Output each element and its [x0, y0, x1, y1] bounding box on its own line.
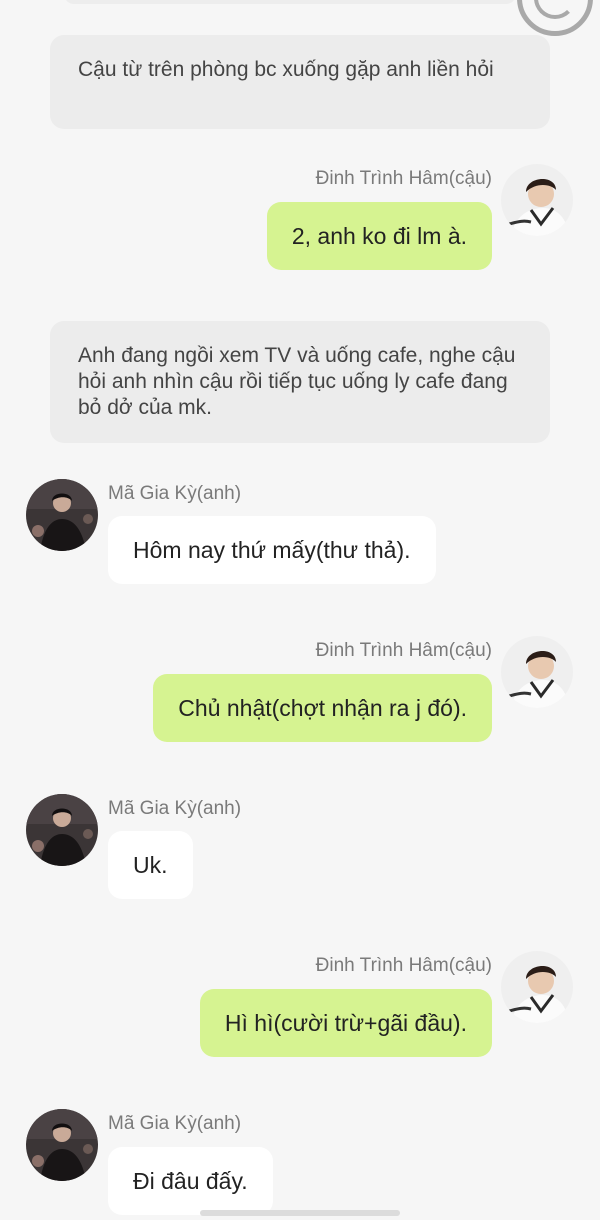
- sender-name: Đinh Trình Hâm(cậu): [315, 640, 492, 661]
- sender-name: Mã Gia Kỳ(anh): [108, 798, 242, 819]
- message-text: Chủ nhật(chợt nhận ra j đó).: [178, 695, 467, 721]
- sender-name: Mã Gia Kỳ(anh): [108, 483, 242, 504]
- sender-name: Đinh Trình Hâm(cậu): [315, 168, 492, 189]
- avatar-dinh-trinh-ham[interactable]: [501, 951, 573, 1023]
- message-text: Hì hì(cười trừ+gãi đầu).: [224, 1010, 467, 1036]
- message-text: Hôm nay thứ mấy(thư thả).: [133, 537, 411, 563]
- narration-message: Cậu từ trên phòng bc xuống gặp anh liền …: [50, 35, 550, 129]
- refresh-icon: [534, 0, 576, 19]
- avatar-ma-gia-ky[interactable]: [26, 479, 98, 551]
- avatar-ma-gia-ky[interactable]: [26, 1109, 98, 1181]
- message-bubble[interactable]: Uk.: [108, 831, 193, 899]
- home-indicator: [200, 1210, 400, 1216]
- narration-text: Anh đang ngồi xem TV và uống cafe, nghe …: [78, 344, 516, 419]
- sender-name: Đinh Trình Hâm(cậu): [315, 955, 492, 976]
- message-text: 2, anh ko đi lm à.: [291, 223, 467, 249]
- message-text: Uk.: [133, 852, 168, 878]
- avatar-ma-gia-ky[interactable]: [26, 794, 98, 866]
- message-bubble[interactable]: Hôm nay thứ mấy(thư thả).: [108, 516, 436, 584]
- floating-action-button[interactable]: [517, 0, 593, 36]
- narration-text: Cậu từ trên phòng bc xuống gặp anh liền …: [78, 58, 494, 81]
- message-text: Đi đâu đấy.: [133, 1168, 248, 1194]
- message-bubble[interactable]: Hì hì(cười trừ+gãi đầu).: [199, 989, 492, 1057]
- message-bubble[interactable]: Chủ nhật(chợt nhận ra j đó).: [153, 674, 492, 742]
- avatar-dinh-trinh-ham[interactable]: [501, 164, 573, 236]
- sender-name: Mã Gia Kỳ(anh): [108, 1113, 242, 1134]
- avatar-dinh-trinh-ham[interactable]: [501, 636, 573, 708]
- message-bubble[interactable]: Đi đâu đấy.: [108, 1147, 273, 1215]
- narration-message: Anh đang ngồi xem TV và uống cafe, nghe …: [50, 321, 550, 443]
- previous-message-edge: [64, 0, 516, 4]
- message-bubble[interactable]: 2, anh ko đi lm à.: [266, 202, 492, 270]
